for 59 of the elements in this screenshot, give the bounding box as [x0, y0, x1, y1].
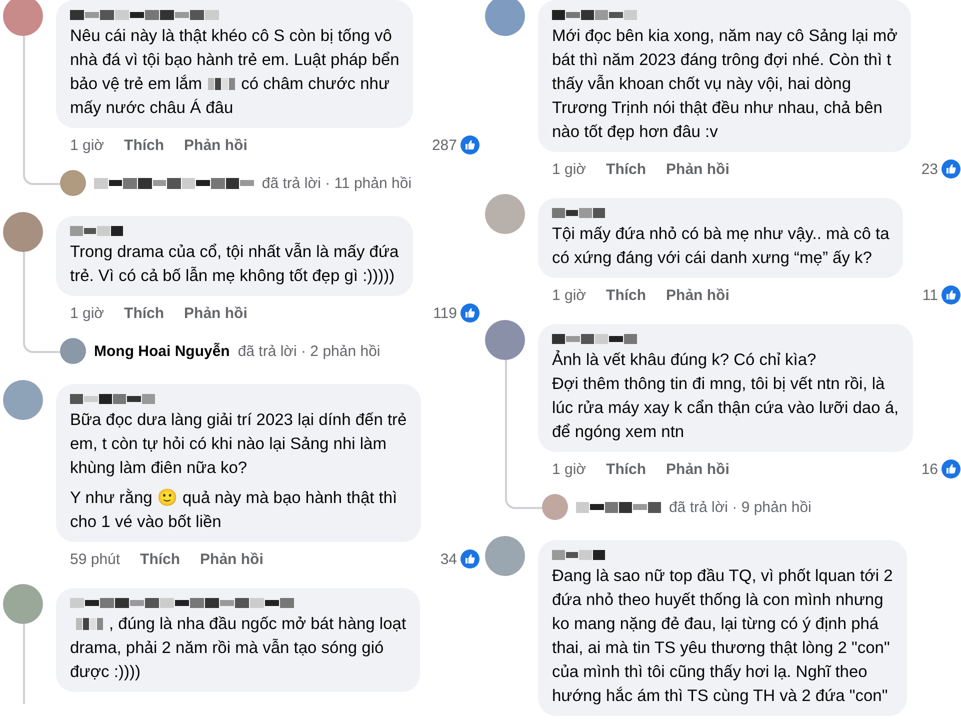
- comment-text: Mới đọc bên kia xong, năm nay cô Sảng lại mở bát thì năm 2023 đáng trông đợi nhé. Còn thì t thấy vẫn khoan chốt vụ này vội, hai dòng Trương Trịnh nói thật đều như nhau, chả bên nào tốt đẹp hơn đâu :v: [552, 26, 898, 143]
- reply-link[interactable]: Phản hồi: [666, 286, 730, 304]
- reply-link[interactable]: Phản hồi: [184, 304, 248, 322]
- user-avatar[interactable]: [3, 584, 43, 624]
- comment-text: Trong drama của cổ, tội nhất vẫn là mấy đứa trẻ. Vì có cả bố lẫn mẹ không tốt đẹp gì :))))): [70, 242, 399, 287]
- comment-text: , đúng là nha đầu ngốc mở bát hàng loạt: [109, 614, 406, 635]
- reaction-count[interactable]: 287: [432, 136, 457, 154]
- timestamp[interactable]: 1 giờ: [552, 460, 586, 478]
- reply-avatar[interactable]: [542, 494, 568, 520]
- reply-link[interactable]: Phản hồi: [666, 160, 730, 178]
- reaction-count[interactable]: 11: [922, 286, 938, 304]
- comment-text: Y như rằng 🙂 quả này mà bạo hành thật thì cho 1 vé vào bốt liền: [70, 488, 398, 533]
- thumbs-up-icon: [460, 303, 480, 323]
- reply-author[interactable]: Mong Hoai Nguyễn: [94, 342, 230, 360]
- comment-text: Bữa đọc dưa làng giải trí 2023 lại dính đến trẻ em, t còn tự hỏi có khi nào lại Sảng nhi làm khùng làm điên nữa ko?: [70, 410, 407, 479]
- comment-text: Ảnh là vết khâu đúng k? Có chỉ kìa? Đợi thêm thông tin đi mng, tôi bị vết ntn rồi, là lúc rửa máy xay k cẩn thận cứa vào lưỡi dao á, để ngóng xem ntn: [552, 349, 899, 443]
- thumbs-up-icon: [460, 549, 480, 569]
- like-link[interactable]: Thích: [606, 286, 646, 304]
- user-avatar[interactable]: [3, 212, 43, 252]
- like-link[interactable]: Thích: [124, 304, 164, 322]
- thumbs-up-icon: [941, 159, 961, 179]
- user-avatar[interactable]: [3, 0, 43, 36]
- redacted-word-drawing: [208, 77, 236, 91]
- comment-text: có châm chước như: [241, 74, 390, 95]
- reaction-count[interactable]: 34: [440, 550, 457, 568]
- comment-text: bảo vệ trẻ em lắm: [70, 74, 202, 95]
- reply-summary[interactable]: đã trả lời · 9 phản hồi: [668, 498, 812, 516]
- timestamp[interactable]: 1 giờ: [552, 286, 586, 304]
- like-link[interactable]: Thích: [606, 160, 646, 178]
- reaction-count[interactable]: 23: [921, 160, 938, 178]
- reaction-count[interactable]: 16: [921, 460, 938, 478]
- timestamp[interactable]: 1 giờ: [70, 136, 104, 154]
- reaction-count[interactable]: 119: [433, 304, 457, 322]
- timestamp[interactable]: 59 phút: [70, 550, 120, 568]
- user-avatar[interactable]: [485, 320, 525, 360]
- reply-link[interactable]: Phản hồi: [184, 136, 248, 154]
- user-avatar[interactable]: [485, 0, 525, 36]
- thumbs-up-icon: [941, 285, 961, 305]
- reply-link[interactable]: Phản hồi: [200, 550, 264, 568]
- reply-summary[interactable]: đã trả lời · 11 phản hồi: [262, 174, 412, 192]
- reply-avatar[interactable]: [60, 170, 86, 196]
- comment-text: Tội mấy đứa nhỏ có bà mẹ như vậy.. mà cô ta có xứng đáng với cái danh xưng “mẹ” ấy k?: [552, 224, 890, 269]
- user-avatar[interactable]: [485, 194, 525, 234]
- reply-avatar[interactable]: [60, 338, 86, 364]
- comment-text: Đang là sao nữ top đầu TQ, vì phốt lquan tới 2 đứa nhỏ theo huyết thống là con mình nhưng ko mang nặng đẻ đau, lại từng có ý định phá thai, ai mà tin TS yêu thương thật lòng 2 "con" của mình thì tôi cũng thấy hơi lạ. Nghĩ theo hướng hắc ám thì TS cùng TH và 2 đứa "con": [552, 566, 893, 707]
- redacted-word-drawing: [76, 617, 103, 631]
- like-link[interactable]: Thích: [140, 550, 180, 568]
- user-avatar[interactable]: [3, 380, 43, 420]
- reply-summary[interactable]: đã trả lời · 2 phản hồi: [238, 342, 380, 360]
- timestamp[interactable]: 1 giờ: [552, 160, 586, 178]
- thumbs-up-icon: [460, 135, 480, 155]
- thumbs-up-icon: [941, 459, 961, 479]
- comment-text: mấy nước châu Á đâu: [70, 98, 234, 119]
- comment-text: drama, phải 2 năm rồi mà vẫn tạo sóng gió được :)))): [70, 638, 385, 683]
- reply-link[interactable]: Phản hồi: [666, 460, 730, 478]
- like-link[interactable]: Thích: [606, 460, 646, 478]
- timestamp[interactable]: 1 giờ: [70, 304, 104, 322]
- like-link[interactable]: Thích: [124, 136, 164, 154]
- user-avatar[interactable]: [485, 536, 525, 576]
